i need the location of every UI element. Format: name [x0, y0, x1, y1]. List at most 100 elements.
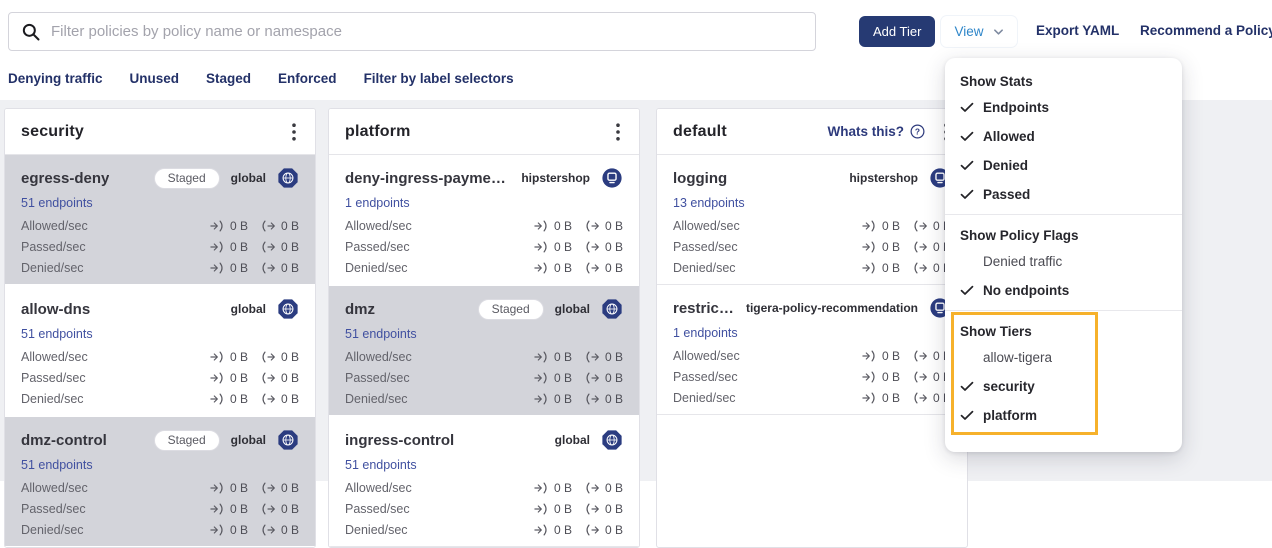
stat-values: 0 B0 B: [534, 481, 623, 495]
policy-scope-label: tigera-policy-recommendation: [746, 301, 918, 315]
menu-item-denied-traffic[interactable]: Denied traffic: [945, 247, 1182, 276]
policy-card-header: dmzStagedglobal: [345, 297, 623, 321]
menu-item-denied[interactable]: Denied: [945, 151, 1182, 180]
ingress-icon: [210, 262, 225, 274]
ingress-value: 0 B: [210, 240, 248, 254]
stat-label: Passed/sec: [21, 240, 86, 254]
global-scope-icon-wrap: [601, 298, 623, 320]
egress-icon: [261, 524, 276, 536]
endpoints-link[interactable]: 51 endpoints: [21, 196, 93, 210]
ingress-value: 0 B: [534, 350, 572, 364]
ingress-icon: [534, 351, 549, 363]
menu-item-security[interactable]: security: [945, 372, 1182, 401]
stat-label: Passed/sec: [21, 502, 86, 516]
endpoints-link[interactable]: 51 endpoints: [345, 458, 417, 472]
policy-card-allow-dns[interactable]: allow-dnsglobal51 endpointsAllowed/sec0 …: [5, 284, 315, 415]
policy-card-dmz[interactable]: dmzStagedglobal51 endpointsAllowed/sec0 …: [329, 284, 639, 415]
ingress-icon: [210, 393, 225, 405]
menu-item-label: allow-tigera: [983, 350, 1052, 365]
help-circle-icon: ?: [910, 124, 925, 139]
menu-item-label: platform: [983, 408, 1037, 423]
ingress-bytes: 0 B: [230, 523, 248, 537]
endpoints-link[interactable]: 51 endpoints: [345, 327, 417, 341]
endpoints-link[interactable]: 51 endpoints: [21, 327, 93, 341]
ingress-value: 0 B: [862, 391, 900, 405]
tier-kebab-menu-button[interactable]: [289, 121, 299, 143]
namespace-icon: [601, 167, 623, 189]
egress-value: 0 B: [261, 240, 299, 254]
ingress-icon: [210, 524, 225, 536]
endpoints-link[interactable]: 51 endpoints: [21, 458, 93, 472]
whats-this-link[interactable]: Whats this? ?: [828, 124, 926, 139]
search-box[interactable]: [8, 12, 816, 51]
stat-values: 0 B0 B: [210, 481, 299, 495]
menu-item-no-endpoints[interactable]: No endpoints: [945, 276, 1182, 305]
policy-name: allow-dns: [21, 301, 90, 318]
stat-values: 0 B0 B: [862, 370, 951, 384]
check-icon-wrap: [960, 285, 983, 296]
ingress-icon: [534, 524, 549, 536]
stat-values: 0 B0 B: [862, 219, 951, 233]
export-yaml-link[interactable]: Export YAML: [1036, 23, 1119, 38]
filter-link-staged[interactable]: Staged: [206, 71, 251, 86]
endpoints-link[interactable]: 13 endpoints: [673, 196, 745, 210]
filter-link-denying-traffic[interactable]: Denying traffic: [8, 71, 103, 86]
ingress-bytes: 0 B: [554, 261, 572, 275]
policy-card-header: logginghipstershop: [673, 166, 951, 190]
stat-label: Denied/sec: [673, 261, 736, 275]
recommend-policy-link[interactable]: Recommend a Policy: [1140, 23, 1272, 38]
egress-icon: [585, 351, 600, 363]
menu-item-platform[interactable]: platform: [945, 401, 1182, 430]
egress-value: 0 B: [261, 371, 299, 385]
policy-card-egress-deny[interactable]: egress-denyStagedglobal51 endpointsAllow…: [5, 155, 315, 284]
endpoints-link[interactable]: 1 endpoints: [673, 326, 738, 340]
add-tier-button[interactable]: Add Tier: [859, 16, 935, 47]
egress-bytes: 0 B: [281, 219, 299, 233]
policy-card-restricted[interactable]: restrictedtigera-policy-recommendation1 …: [657, 284, 967, 414]
stat-values: 0 B 0 B: [210, 371, 299, 385]
endpoints-link[interactable]: 1 endpoints: [345, 196, 410, 210]
egress-icon: [261, 220, 276, 232]
menu-item-allowed[interactable]: Allowed: [945, 122, 1182, 151]
stat-row-allowed-sec: Allowed/sec0 B0 B: [345, 481, 623, 495]
filter-link-enforced[interactable]: Enforced: [278, 71, 337, 86]
menu-section-title-show-stats: Show Stats: [945, 66, 1182, 93]
egress-icon: [913, 392, 928, 404]
check-icon-wrap: [960, 381, 983, 392]
egress-value: 0 B: [585, 392, 623, 406]
ingress-icon: [210, 241, 225, 253]
policy-card-deny-ingress-paymentservi[interactable]: deny-ingress-paymentservi…hipstershop1 e…: [329, 155, 639, 284]
menu-item-passed[interactable]: Passed: [945, 180, 1182, 209]
policy-card-header: ingress-controlglobal: [345, 428, 623, 452]
egress-bytes: 0 B: [281, 240, 299, 254]
filter-link-unused[interactable]: Unused: [130, 71, 180, 86]
menu-item-endpoints[interactable]: Endpoints: [945, 93, 1182, 122]
ingress-value: 0 B: [210, 523, 248, 537]
menu-item-label: No endpoints: [983, 283, 1069, 298]
egress-value: 0 B: [585, 350, 623, 364]
tier-kebab-menu-button[interactable]: [613, 121, 623, 143]
check-icon: [960, 102, 974, 113]
tier-header: default Whats this? ?: [657, 109, 967, 155]
ingress-value: 0 B: [534, 240, 572, 254]
egress-bytes: 0 B: [605, 502, 623, 516]
egress-value: 0 B: [261, 219, 299, 233]
view-button[interactable]: View: [941, 16, 1017, 47]
stat-label: Passed/sec: [345, 240, 410, 254]
egress-bytes: 0 B: [281, 392, 299, 406]
policy-card-logging[interactable]: logginghipstershop13 endpointsAllowed/se…: [657, 155, 967, 284]
search-input[interactable]: [51, 23, 803, 40]
filter-link-filter-by-label-selectors[interactable]: Filter by label selectors: [364, 71, 514, 86]
check-icon-wrap: [960, 410, 983, 421]
stat-values: 0 B 0 B: [210, 240, 299, 254]
ingress-value: 0 B: [862, 219, 900, 233]
egress-bytes: 0 B: [605, 350, 623, 364]
tier-title: security: [21, 123, 289, 141]
stat-label: Passed/sec: [345, 371, 410, 385]
ingress-value: 0 B: [210, 481, 248, 495]
menu-item-label: Denied traffic: [983, 254, 1062, 269]
ingress-icon: [862, 350, 877, 362]
ingress-bytes: 0 B: [230, 371, 248, 385]
menu-item-allow-tigera[interactable]: allow-tigera: [945, 343, 1182, 372]
tier-column-security: security egress-denyStagedglobal51 endpo…: [4, 108, 316, 548]
